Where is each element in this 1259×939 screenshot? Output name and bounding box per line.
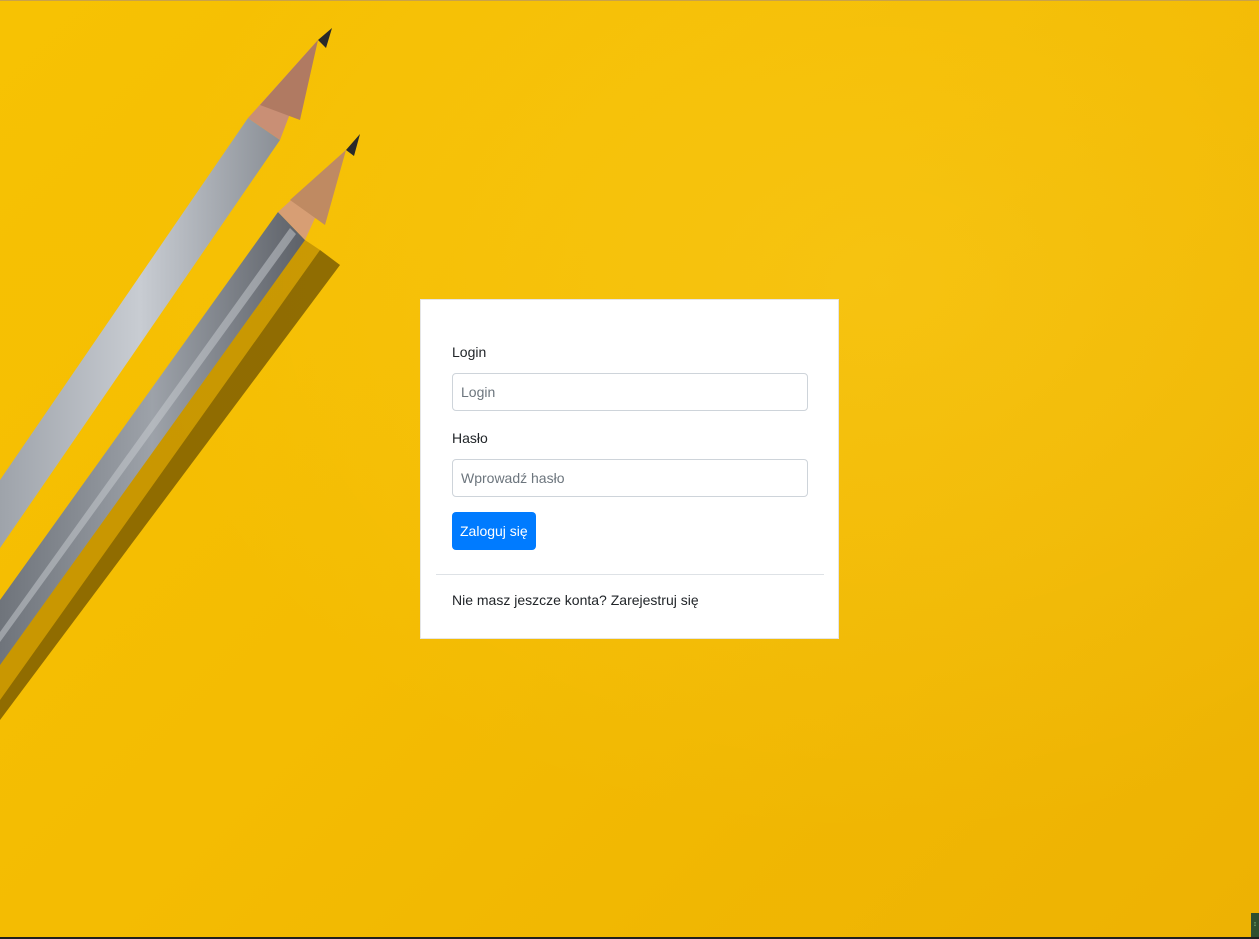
register-link[interactable]: Zarejestruj się [611,592,699,608]
password-input[interactable] [452,459,808,497]
login-input[interactable] [452,373,808,411]
pencils-illustration [0,28,360,720]
register-prompt-text: Nie masz jeszcze konta? [452,592,607,608]
register-prompt: Nie masz jeszcze konta? Zarejestruj się [452,592,699,608]
password-label: Hasło [452,430,488,446]
card-divider [436,574,824,575]
login-label: Login [452,344,487,360]
login-button[interactable]: Zaloguj się [452,512,536,550]
login-card: Login Hasło Zaloguj się Nie masz jeszcze… [420,299,839,639]
corner-indicator-icon[interactable]: ↕ [1251,913,1259,937]
